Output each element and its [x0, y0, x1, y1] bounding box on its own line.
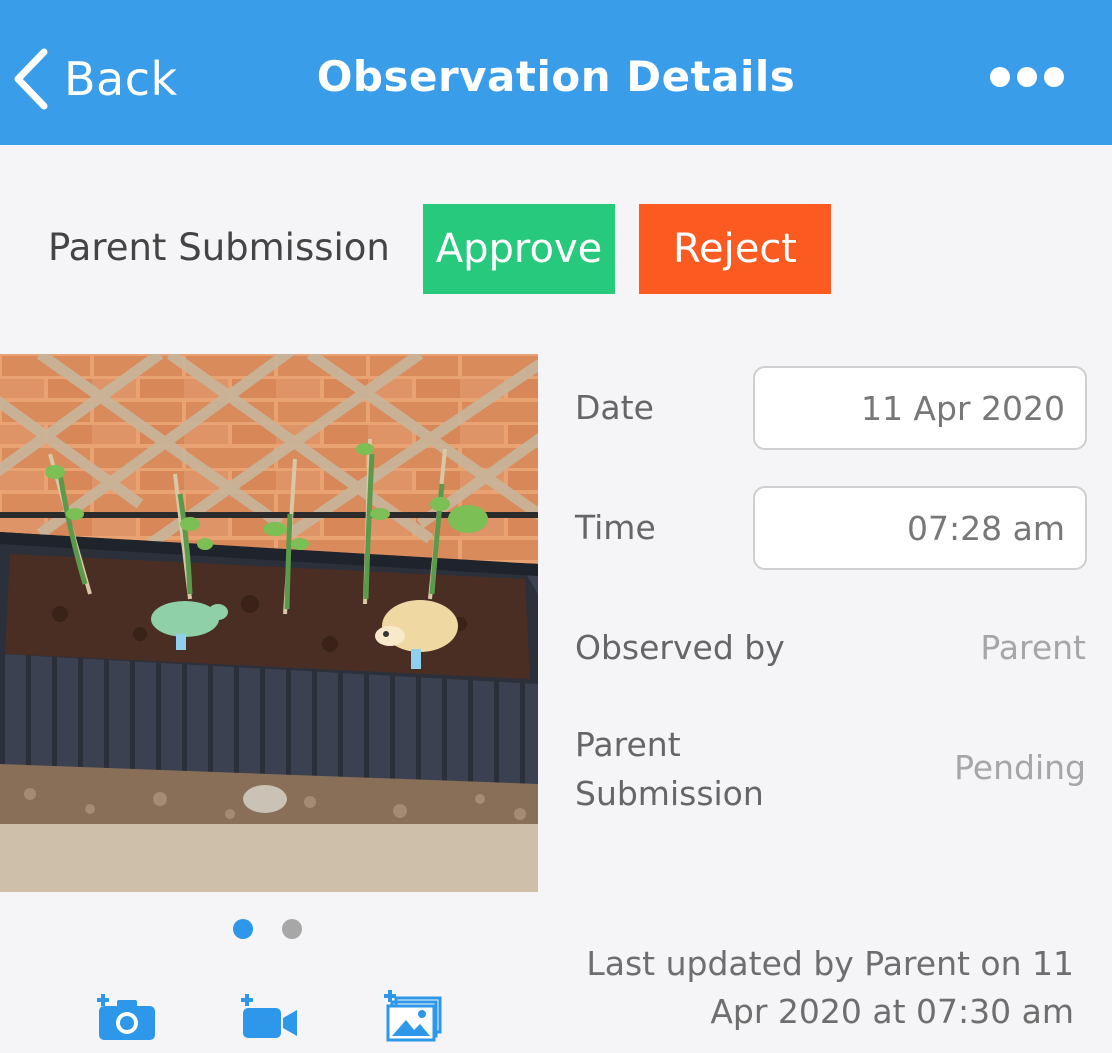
more-horizontal-icon — [1017, 67, 1037, 87]
navigation-bar: Back Observation Details — [0, 0, 1112, 145]
parent-submission-label-line1: Parent — [575, 725, 681, 764]
parent-submission-label-line2: Submission — [575, 774, 764, 813]
date-label: Date — [575, 388, 654, 427]
observed-by-value: Parent — [980, 628, 1086, 667]
last-updated-line2: Apr 2020 at 07:30 am — [710, 992, 1074, 1031]
observation-image — [0, 354, 538, 892]
add-photo-icon — [97, 994, 155, 1040]
add-video-button[interactable] — [239, 990, 303, 1042]
add-photo-button[interactable] — [95, 990, 159, 1042]
observation-photo[interactable] — [0, 354, 538, 892]
add-gallery-button[interactable] — [382, 990, 446, 1042]
last-updated-line1: Last updated by Parent on 11 — [586, 944, 1074, 983]
more-options-button[interactable] — [990, 62, 1064, 92]
time-label: Time — [575, 508, 656, 547]
more-horizontal-icon — [1044, 67, 1064, 87]
page-dot[interactable] — [282, 919, 302, 939]
parent-submission-status: Pending — [954, 748, 1086, 787]
reject-button[interactable]: Reject — [639, 204, 831, 294]
time-field[interactable]: 07:28 am — [753, 486, 1087, 570]
page-dot-active[interactable] — [233, 919, 253, 939]
date-field[interactable]: 11 Apr 2020 — [753, 366, 1087, 450]
page-indicator — [233, 919, 305, 941]
add-gallery-icon — [384, 990, 442, 1042]
last-updated-text: Last updated by Parent on 11 Apr 2020 at… — [574, 940, 1074, 1036]
observed-by-label: Observed by — [575, 628, 785, 667]
approve-button[interactable]: Approve — [423, 204, 615, 294]
submission-label: Parent Submission — [48, 226, 390, 269]
page-title: Observation Details — [316, 52, 796, 101]
more-horizontal-icon — [990, 67, 1010, 87]
add-video-icon — [241, 994, 297, 1038]
